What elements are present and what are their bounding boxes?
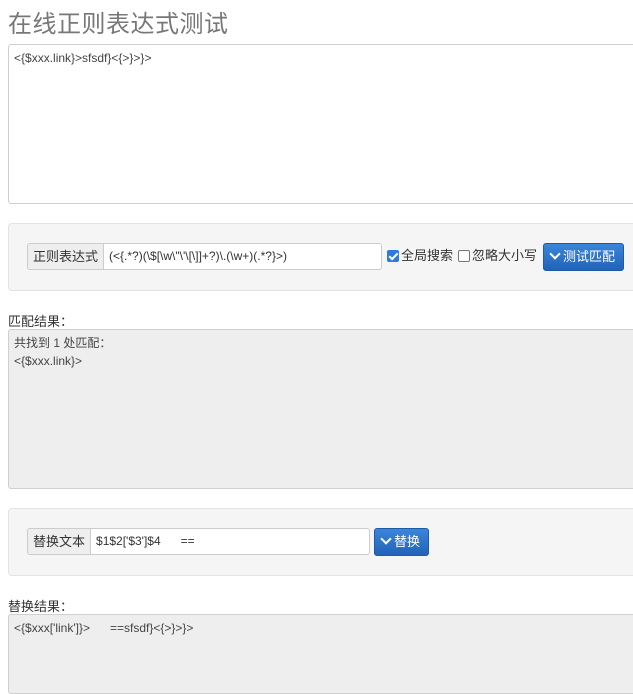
- replacement-input[interactable]: $1$2['$3']$4 ==: [90, 528, 371, 555]
- replace-button-label: 替换: [394, 534, 421, 549]
- test-match-label: 测试匹配: [563, 249, 616, 264]
- source-text-area[interactable]: <{$xxx.link}>sfsdf}<{>}>}>: [8, 44, 633, 204]
- replace-button[interactable]: 替换: [374, 528, 430, 556]
- page-title: 在线正则表达式测试: [8, 11, 229, 38]
- replace-input-group: 替换文本 $1$2['$3']$4 ==: [27, 528, 371, 555]
- replace-result-area: <{$xxx['link']}> ==sfsdf}<{>}>}>: [8, 614, 633, 694]
- regex-panel: 正则表达式 (<{.*?)(\$[\w\"\'\[\]]+?)\.(\w+)(.…: [8, 223, 633, 291]
- global-search-option[interactable]: 全局搜索: [387, 248, 453, 264]
- regex-input[interactable]: (<{.*?)(\$[\w\"\'\[\]]+?)\.(\w+)(.*?}>): [103, 243, 383, 270]
- match-result-area: 共找到 1 处匹配： <{$xxx.link}>: [8, 329, 633, 489]
- replace-result-label: 替换结果：: [8, 599, 74, 614]
- regex-input-group: 正则表达式 (<{.*?)(\$[\w\"\'\[\]]+?)\.(\w+)(.…: [27, 243, 383, 270]
- test-match-button[interactable]: 测试匹配: [543, 243, 625, 271]
- chevron-down-icon: [380, 533, 392, 545]
- global-search-checkbox[interactable]: [387, 250, 399, 262]
- chevron-down-icon: [549, 248, 561, 260]
- ignore-case-checkbox[interactable]: [458, 250, 470, 262]
- ignore-case-label: 忽略大小写: [472, 248, 538, 263]
- ignore-case-option[interactable]: 忽略大小写: [458, 248, 537, 264]
- match-result-label: 匹配结果：: [8, 314, 74, 329]
- global-search-label: 全局搜索: [401, 248, 454, 263]
- regex-label: 正则表达式: [27, 243, 104, 270]
- replace-label: 替换文本: [27, 528, 91, 555]
- replace-panel: 替换文本 $1$2['$3']$4 == 替换: [8, 508, 633, 576]
